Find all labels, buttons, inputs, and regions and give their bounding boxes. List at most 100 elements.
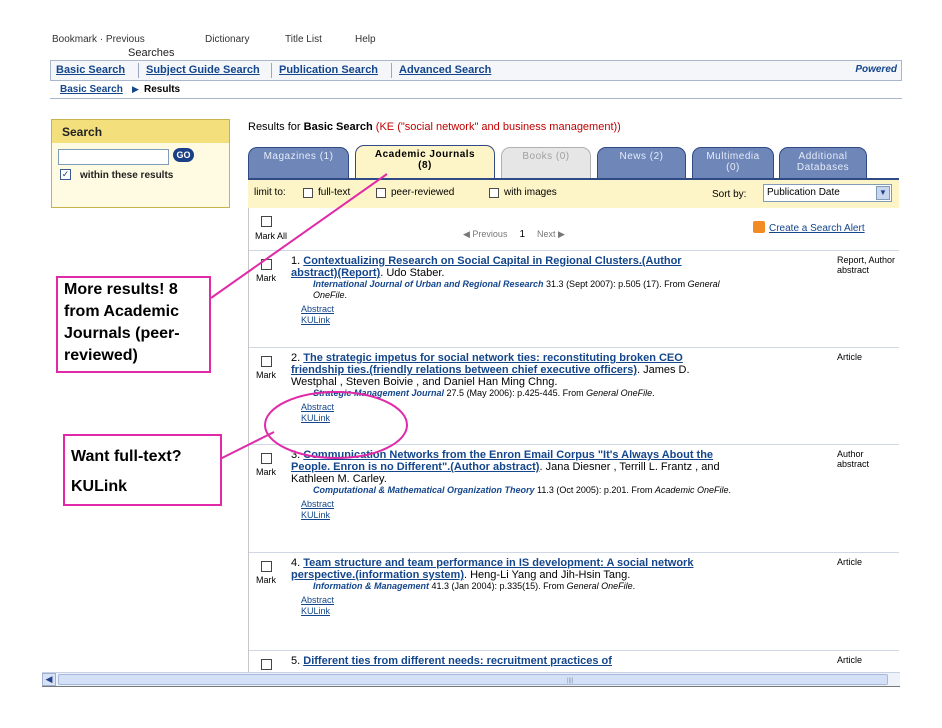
mark-result-checkbox[interactable] <box>261 659 272 670</box>
tab-additional-databases[interactable]: Additional Databases <box>779 147 867 179</box>
result-title-link[interactable]: Contextualizing Research on Social Capit… <box>291 255 682 279</box>
result-publication: Strategic Management Journal <box>313 388 445 398</box>
kulink-link[interactable]: KULink <box>301 315 731 326</box>
nav-divider <box>271 63 272 78</box>
breadcrumb-arrow-icon: ▶ <box>132 84 139 94</box>
abstract-link[interactable]: Abstract <box>301 304 731 315</box>
result-publication: International Journal of Urban and Regio… <box>313 279 544 289</box>
tab-magazines[interactable]: Magazines (1) <box>248 147 349 179</box>
full-text-checkbox[interactable] <box>303 188 313 198</box>
toolbar-fragment-help[interactable]: Help <box>355 34 376 45</box>
result-number: 2. <box>291 352 301 364</box>
scroll-left-icon[interactable]: ◀ <box>42 673 56 686</box>
create-search-alert-link[interactable]: Create a Search Alert <box>753 221 865 234</box>
mark-result-checkbox[interactable] <box>261 453 272 464</box>
nav-divider <box>138 63 139 78</box>
result-links: Abstract KULink <box>291 499 731 521</box>
scrollbar-grip-icon: |||| <box>567 678 574 684</box>
breadcrumb-basic-search[interactable]: Basic Search <box>60 84 123 95</box>
rss-icon <box>753 221 765 233</box>
result-item: Mark 1. Contextualizing Research on Soci… <box>249 250 899 347</box>
result-title-link[interactable]: Different ties from different needs: rec… <box>303 655 612 667</box>
powered-by-label: Powered <box>855 64 897 75</box>
toolbar-fragment-previous[interactable]: Bookmark · Previous <box>52 34 145 45</box>
with-images-checkbox[interactable] <box>489 188 499 198</box>
within-results-label: within these results <box>80 170 174 181</box>
abstract-link[interactable]: Abstract <box>301 499 731 510</box>
mark-label: Mark <box>256 575 276 585</box>
result-details: 31.3 (Sept 2007): p.505 (17). From <box>543 279 688 289</box>
result-body: 4. Team structure and team performance i… <box>291 557 731 617</box>
tab-label: Magazines (1) <box>263 151 334 162</box>
search-nav-bar: Basic Search Subject Guide Search Public… <box>50 60 902 81</box>
toolbar-fragment-dictionary[interactable]: Dictionary <box>205 34 249 45</box>
mark-label: Mark <box>256 370 276 380</box>
result-source: International Journal of Urban and Regio… <box>291 279 731 301</box>
browser-toolbar: Bookmark · Previous Dictionary Title Lis… <box>0 0 942 59</box>
horizontal-scrollbar[interactable]: ◀ |||| <box>42 672 900 686</box>
result-source: Strategic Management Journal 27.5 (May 2… <box>291 388 731 399</box>
toolbar-searches-label[interactable]: Searches <box>128 47 174 59</box>
nav-publication-search[interactable]: Publication Search <box>279 64 378 76</box>
kulink-link[interactable]: KULink <box>301 606 731 617</box>
tab-label: Academic Journals <box>374 149 476 160</box>
toolbar-fragment-title-list[interactable]: Title List <box>285 34 322 45</box>
tab-label: Books (0) <box>522 151 570 162</box>
result-type: Report, Author abstract <box>837 255 896 275</box>
result-item: Mark 3. Communication Networks from the … <box>249 444 899 552</box>
within-results-checkbox[interactable]: ✓ <box>60 169 71 180</box>
breadcrumb: Basic Search ▶ Results <box>50 82 902 99</box>
tab-academic-journals[interactable]: Academic Journals (8) <box>355 145 495 179</box>
tab-books[interactable]: Books (0) <box>501 147 591 179</box>
full-text-label: full-text <box>318 187 351 198</box>
result-links: Abstract KULink <box>291 595 731 617</box>
result-authors: . Udo Staber. <box>380 267 445 279</box>
peer-reviewed-checkbox[interactable] <box>376 188 386 198</box>
results-for-prefix: Results for <box>248 121 304 133</box>
tab-multimedia[interactable]: Multimedia (0) <box>692 147 774 179</box>
abstract-link[interactable]: Abstract <box>301 595 731 606</box>
tab-news[interactable]: News (2) <box>597 147 686 179</box>
search-panel-heading: Search <box>52 120 229 143</box>
result-details: 11.3 (Oct 2005): p.201. From <box>534 485 655 495</box>
pager: ◀ Previous 1 Next ▶ <box>463 229 565 240</box>
result-type: Article <box>837 352 863 362</box>
abstract-link[interactable]: Abstract <box>301 402 731 413</box>
result-links: Abstract KULink <box>291 304 731 326</box>
go-button[interactable]: GO <box>173 148 194 162</box>
refine-search-input[interactable] <box>58 149 169 165</box>
result-title-link[interactable]: The strategic impetus for social network… <box>291 352 683 376</box>
result-body: 1. Contextualizing Research on Social Ca… <box>291 255 731 326</box>
limit-to-label: limit to: <box>254 187 286 198</box>
kulink-link[interactable]: KULink <box>301 510 731 521</box>
annotation-more-results: More results! 8 from Academic Journals (… <box>56 276 211 373</box>
breadcrumb-current: Results <box>144 84 181 95</box>
nav-advanced-search[interactable]: Advanced Search <box>399 64 491 76</box>
sort-by-label: Sort by: <box>712 189 747 200</box>
scrollbar-thumb[interactable]: |||| <box>58 674 888 685</box>
tab-label: Multimedia <box>706 151 760 162</box>
nav-basic-search[interactable]: Basic Search <box>56 64 125 76</box>
previous-page-link[interactable]: ◀ Previous <box>463 229 507 239</box>
mark-result-checkbox[interactable] <box>261 561 272 572</box>
next-page-link[interactable]: Next ▶ <box>537 229 565 239</box>
kulink-link[interactable]: KULink <box>301 413 731 424</box>
refine-search-panel: Search GO ✓ within these results <box>51 119 230 208</box>
result-item: Mark 2. The strategic impetus for social… <box>249 347 899 444</box>
result-publication: Information & Management <box>313 581 430 591</box>
result-links: Abstract KULink <box>291 402 731 424</box>
mark-result-checkbox[interactable] <box>261 356 272 367</box>
sort-by-select[interactable]: Publication Date ▼ <box>763 184 892 202</box>
sort-by-value: Publication Date <box>767 187 840 198</box>
mark-all-checkbox[interactable] <box>261 216 272 227</box>
chevron-down-icon[interactable]: ▼ <box>876 186 890 200</box>
result-database: General OneFile <box>566 581 633 591</box>
result-details: 27.5 (May 2006): p.425-445. From <box>444 388 587 398</box>
nav-subject-guide-search[interactable]: Subject Guide Search <box>146 64 260 76</box>
result-body: 2. The strategic impetus for social netw… <box>291 352 731 424</box>
tab-label: Additional <box>798 151 848 162</box>
result-authors: . Heng-Li Yang and Jih-Hsin Tang. <box>464 569 631 581</box>
tab-label: News (2) <box>619 151 664 162</box>
mark-result-checkbox[interactable] <box>261 259 272 270</box>
tab-sublabel: (8) <box>418 160 432 171</box>
